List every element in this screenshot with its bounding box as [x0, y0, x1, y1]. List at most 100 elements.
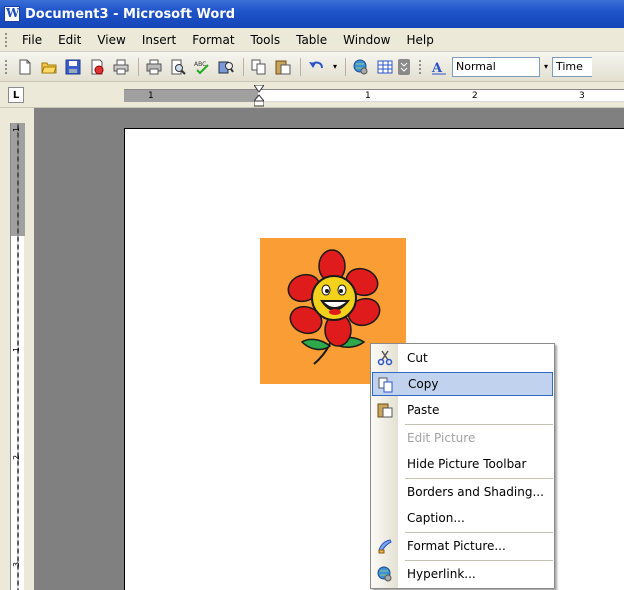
font-combo[interactable]: Time — [552, 56, 592, 77]
context-menu-label: Edit Picture — [407, 431, 476, 445]
undo-icon — [309, 61, 323, 68]
copy-icon — [378, 377, 393, 393]
menu-tools[interactable]: Tools — [243, 33, 289, 47]
context-menu-separator — [405, 424, 553, 425]
context-menu-paste[interactable]: Paste — [372, 398, 553, 422]
ruler-number: 1 — [365, 91, 371, 101]
menu-view[interactable]: View — [89, 33, 133, 47]
copy-toolbar-button[interactable] — [248, 56, 270, 78]
svg-text:A: A — [431, 61, 443, 75]
context-menu-label: Hyperlink... — [407, 567, 476, 581]
context-menu-label: Paste — [407, 403, 440, 417]
menu-insert[interactable]: Insert — [134, 33, 184, 47]
menu-window[interactable]: Window — [335, 33, 398, 47]
toolbar-separator — [243, 57, 244, 76]
undo-dropdown-arrow-icon[interactable]: ▾ — [329, 57, 341, 77]
vertical-ruler-bar[interactable]: 1 1 2 3 — [10, 123, 25, 590]
paste-icon — [275, 60, 291, 74]
permission-button[interactable] — [86, 56, 108, 78]
spelling-check-icon: ABC — [194, 61, 209, 74]
insert-hyperlink-button[interactable] — [350, 56, 372, 78]
menu-help[interactable]: Help — [398, 33, 441, 47]
menu-edit[interactable]: Edit — [50, 33, 89, 47]
menu-bar: File Edit View Insert Format Tools Table… — [0, 28, 624, 52]
ruler-number: 3 — [579, 91, 585, 101]
indent-marker-icon[interactable] — [254, 85, 264, 107]
context-menu-separator — [405, 532, 553, 533]
save-button[interactable] — [62, 56, 84, 78]
context-menu-hyperlink[interactable]: Hyperlink... — [372, 562, 553, 586]
print-button-left[interactable] — [110, 56, 132, 78]
formatting-toolbar-grip-icon[interactable] — [418, 58, 422, 75]
context-menu-copy[interactable]: Copy — [372, 372, 553, 396]
context-menu-format-picture[interactable]: Format Picture... — [372, 534, 553, 558]
vruler-number: 1 — [12, 126, 22, 133]
context-menu-label: Borders and Shading... — [407, 485, 544, 499]
ruler-number: 2 — [472, 91, 478, 101]
hyperlink-globe-icon — [353, 59, 368, 74]
ruler-bar[interactable]: 1 1 2 3 — [124, 89, 624, 102]
spelling-button[interactable]: ABC — [191, 56, 213, 78]
open-folder-icon — [41, 62, 57, 73]
ruler-number: 1 — [148, 91, 154, 101]
window-title: Document3 - Microsoft Word — [25, 6, 236, 22]
table-icon — [377, 60, 393, 73]
menu-table[interactable]: Table — [288, 33, 335, 47]
style-dropdown-arrow-icon[interactable]: ▾ — [540, 57, 552, 77]
copy-icon — [251, 59, 266, 74]
ruler-ticks — [124, 95, 624, 97]
paste-toolbar-button[interactable] — [272, 56, 294, 78]
menubar-grip-icon[interactable] — [4, 31, 8, 48]
toolbar-options-button[interactable] — [398, 56, 410, 78]
print-preview-icon — [171, 59, 186, 75]
context-menu-edit-picture: Edit Picture — [372, 426, 553, 450]
context-menu-label: Caption... — [407, 511, 465, 525]
research-button[interactable] — [215, 56, 237, 78]
style-combo[interactable]: Normal — [452, 56, 540, 77]
printer-icon — [146, 59, 162, 74]
print-button[interactable] — [143, 56, 165, 78]
word-app-icon[interactable] — [4, 6, 20, 22]
print-preview-button[interactable] — [167, 56, 189, 78]
toolbar-separator — [345, 57, 346, 76]
context-menu-cut[interactable]: Cut — [372, 346, 553, 370]
toolbar-options-chevron-icon — [398, 58, 410, 75]
new-document-icon — [19, 59, 31, 74]
context-menu-separator — [405, 560, 553, 561]
vertical-ruler: 1 1 2 3 — [0, 108, 34, 590]
svg-text:ABC: ABC — [194, 61, 206, 68]
tab-selector-button[interactable]: L — [8, 87, 24, 103]
menu-format[interactable]: Format — [184, 33, 242, 47]
context-menu-label: Format Picture... — [407, 539, 506, 553]
format-picture-icon — [378, 539, 392, 554]
context-menu-borders-shading[interactable]: Borders and Shading... — [372, 480, 553, 504]
context-menu-hide-picture-toolbar[interactable]: Hide Picture Toolbar — [372, 452, 553, 476]
vruler-number: 2 — [12, 454, 22, 461]
undo-button[interactable] — [305, 56, 327, 78]
new-document-button[interactable] — [14, 56, 36, 78]
scissors-icon — [377, 350, 393, 366]
toolbar-separator — [300, 57, 301, 76]
printer-small-icon — [113, 59, 129, 74]
paste-icon — [377, 403, 393, 418]
horizontal-ruler: L 1 1 2 3 — [0, 82, 624, 108]
context-menu-label: Cut — [407, 351, 428, 365]
vruler-number: 3 — [12, 561, 22, 568]
context-menu-caption[interactable]: Caption... — [372, 506, 553, 530]
save-disk-icon — [65, 59, 81, 74]
vertical-ruler-ticks — [17, 123, 19, 590]
standard-toolbar: ABC ▾ A Normal ▾ Time — [0, 52, 624, 82]
style-value: Normal — [456, 60, 496, 73]
context-menu: Cut Copy Paste Edit Picture Hide Picture… — [370, 343, 555, 589]
title-bar[interactable]: Document3 - Microsoft Word — [0, 0, 624, 28]
open-button[interactable] — [38, 56, 60, 78]
menu-file[interactable]: File — [14, 33, 50, 47]
styles-formatting-button[interactable]: A — [428, 56, 450, 78]
hyperlink-icon — [377, 566, 392, 582]
tab-selector-label: L — [12, 89, 20, 101]
toolbar-grip-icon[interactable] — [4, 58, 8, 75]
font-value: Time — [556, 60, 583, 73]
context-menu-label: Copy — [408, 377, 439, 391]
context-menu-separator — [405, 478, 553, 479]
tables-borders-button[interactable] — [374, 56, 396, 78]
